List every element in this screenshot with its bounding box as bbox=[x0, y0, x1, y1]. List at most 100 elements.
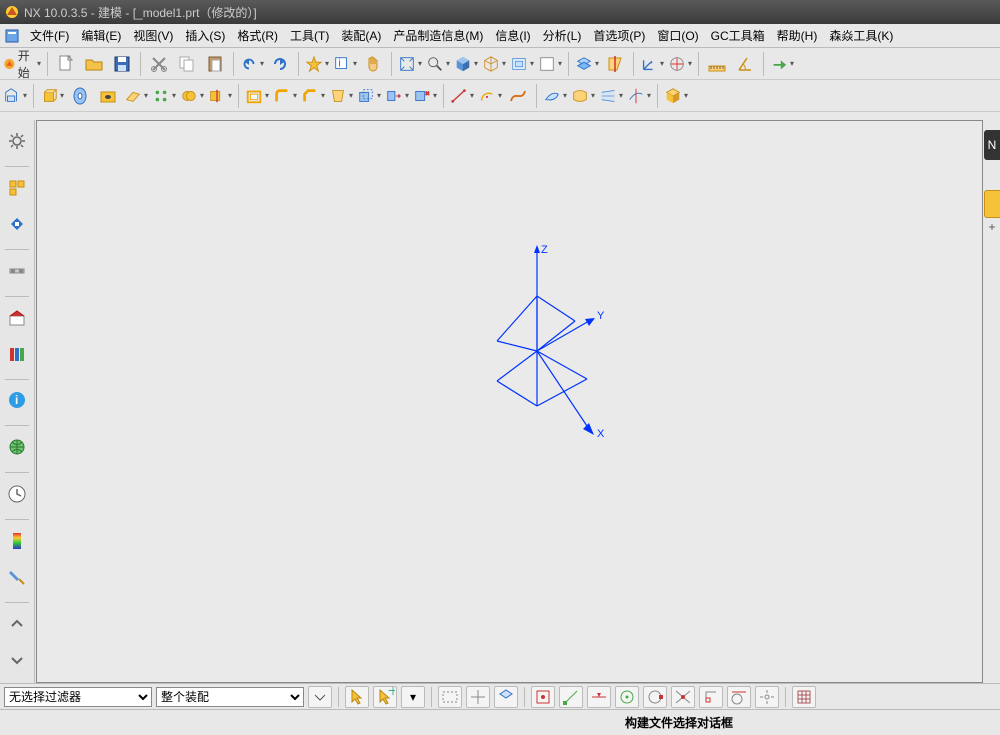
open-button[interactable] bbox=[81, 51, 107, 77]
web-browser-tab[interactable] bbox=[3, 434, 31, 460]
draft-button[interactable] bbox=[328, 83, 354, 109]
surface-four-point-button[interactable] bbox=[542, 83, 568, 109]
sel-btn-2[interactable]: ＋ bbox=[373, 686, 397, 708]
sel-btn-1[interactable] bbox=[345, 686, 369, 708]
sel-btn-3[interactable]: ▾ bbox=[401, 686, 425, 708]
wireframe-cube-icon bbox=[482, 54, 500, 74]
snap-tangent-btn[interactable] bbox=[727, 686, 751, 708]
fit-button[interactable] bbox=[397, 51, 423, 77]
pattern-feature-button[interactable] bbox=[151, 83, 177, 109]
selection-scope-dropdown[interactable]: 整个装配 bbox=[156, 687, 304, 707]
shell-button[interactable] bbox=[244, 83, 270, 109]
snap-point-btn[interactable] bbox=[531, 686, 555, 708]
system-scene-tab[interactable] bbox=[3, 528, 31, 554]
menu-assemblies[interactable]: 装配(A) bbox=[335, 24, 387, 47]
roles-tab[interactable] bbox=[3, 564, 31, 590]
part-navigator-tab[interactable] bbox=[3, 175, 31, 201]
surface-swept-button[interactable] bbox=[570, 83, 596, 109]
curve-studio-button[interactable] bbox=[505, 83, 531, 109]
wcs-button[interactable] bbox=[639, 51, 665, 77]
curve-arc-button[interactable] bbox=[477, 83, 503, 109]
wireframe-button[interactable] bbox=[481, 51, 507, 77]
snap-mid-btn[interactable] bbox=[587, 686, 611, 708]
snap-perp-btn[interactable] bbox=[699, 686, 723, 708]
redo-button[interactable] bbox=[267, 51, 293, 77]
orient-view-button[interactable] bbox=[667, 51, 693, 77]
menu-view[interactable]: 视图(V) bbox=[127, 24, 179, 47]
grid-btn[interactable] bbox=[792, 686, 816, 708]
unite-button[interactable] bbox=[179, 83, 205, 109]
settings-gear-button[interactable] bbox=[3, 128, 31, 154]
constraint-navigator-tab[interactable] bbox=[3, 258, 31, 284]
menu-edit[interactable]: 编辑(E) bbox=[75, 24, 127, 47]
selection-scope-button[interactable] bbox=[308, 686, 332, 708]
snap-end-btn[interactable] bbox=[559, 686, 583, 708]
menu-tools[interactable]: 工具(T) bbox=[284, 24, 335, 47]
snap-intersect-btn[interactable] bbox=[671, 686, 695, 708]
menu-window[interactable]: 窗口(O) bbox=[651, 24, 704, 47]
zoom-button[interactable] bbox=[425, 51, 451, 77]
menu-pmi[interactable]: 产品制造信息(M) bbox=[387, 24, 489, 47]
save-button[interactable] bbox=[109, 51, 135, 77]
info-tab[interactable]: i bbox=[3, 388, 31, 414]
undo-button[interactable] bbox=[239, 51, 265, 77]
hd3d-tools-tab[interactable] bbox=[3, 341, 31, 367]
menu-insert[interactable]: 插入(S) bbox=[179, 24, 231, 47]
edit-section-button[interactable] bbox=[602, 51, 628, 77]
hole-button[interactable] bbox=[95, 83, 121, 109]
collapse-down-button[interactable] bbox=[3, 647, 31, 673]
start-button[interactable]: 开始 bbox=[2, 51, 42, 77]
menu-preferences[interactable]: 首选项(P) bbox=[587, 24, 651, 47]
history-tab[interactable] bbox=[3, 481, 31, 507]
snap-exist-btn[interactable] bbox=[755, 686, 779, 708]
sel-btn-4[interactable] bbox=[438, 686, 462, 708]
snap-quad-btn[interactable] bbox=[643, 686, 667, 708]
repeat-icon: i bbox=[333, 54, 351, 74]
curve-line-button[interactable] bbox=[449, 83, 475, 109]
surface-trim-button[interactable] bbox=[626, 83, 652, 109]
new-button[interactable] bbox=[53, 51, 79, 77]
menu-senyan[interactable]: 森焱工具(K) bbox=[823, 24, 899, 47]
layer-button[interactable] bbox=[574, 51, 600, 77]
measure-distance-button[interactable] bbox=[704, 51, 730, 77]
assembly-navigator-tab[interactable] bbox=[3, 211, 31, 237]
menu-format[interactable]: 格式(R) bbox=[231, 24, 284, 47]
menu-gctoolbox[interactable]: GC工具箱 bbox=[705, 24, 771, 47]
repeat-command-button[interactable]: i bbox=[332, 51, 358, 77]
menu-help[interactable]: 帮助(H) bbox=[771, 24, 824, 47]
extrude-button[interactable] bbox=[39, 83, 65, 109]
datum-plane-button[interactable] bbox=[123, 83, 149, 109]
snap-ctr-btn[interactable] bbox=[615, 686, 639, 708]
sel-btn-5[interactable] bbox=[466, 686, 490, 708]
more-feature-button[interactable] bbox=[663, 83, 689, 109]
seethru-button[interactable] bbox=[509, 51, 535, 77]
orient-icon bbox=[668, 54, 686, 74]
chamfer-button[interactable] bbox=[300, 83, 326, 109]
cut-button[interactable] bbox=[146, 51, 172, 77]
copy-button[interactable] bbox=[174, 51, 200, 77]
menu-analysis[interactable]: 分析(L) bbox=[537, 24, 588, 47]
delete-face-button[interactable] bbox=[412, 83, 438, 109]
render-style-button[interactable] bbox=[537, 51, 563, 77]
offset-region-button[interactable] bbox=[356, 83, 382, 109]
paste-button[interactable] bbox=[202, 51, 228, 77]
sketch-button[interactable] bbox=[2, 83, 28, 109]
menu-file[interactable]: 文件(F) bbox=[24, 24, 75, 47]
sel-btn-6[interactable] bbox=[494, 686, 518, 708]
revolve-button[interactable] bbox=[67, 83, 93, 109]
menu-info[interactable]: 信息(I) bbox=[489, 24, 536, 47]
edge-blend-button[interactable] bbox=[272, 83, 298, 109]
extra-tool-1[interactable] bbox=[769, 51, 795, 77]
command-finder-button[interactable] bbox=[304, 51, 330, 77]
reuse-library-tab[interactable] bbox=[3, 305, 31, 331]
measure-angle-button[interactable] bbox=[732, 51, 758, 77]
surface-through-curves-button[interactable] bbox=[598, 83, 624, 109]
move-face-button[interactable] bbox=[384, 83, 410, 109]
selection-filter-dropdown[interactable]: 无选择过滤器 bbox=[4, 687, 152, 707]
touch-mode-button[interactable] bbox=[360, 51, 386, 77]
collapse-up-button[interactable] bbox=[3, 611, 31, 637]
shaded-button[interactable] bbox=[453, 51, 479, 77]
trim-body-button[interactable] bbox=[207, 83, 233, 109]
menu-corner-icon[interactable] bbox=[4, 28, 20, 44]
graphics-viewport[interactable]: Z Y X bbox=[36, 120, 983, 683]
